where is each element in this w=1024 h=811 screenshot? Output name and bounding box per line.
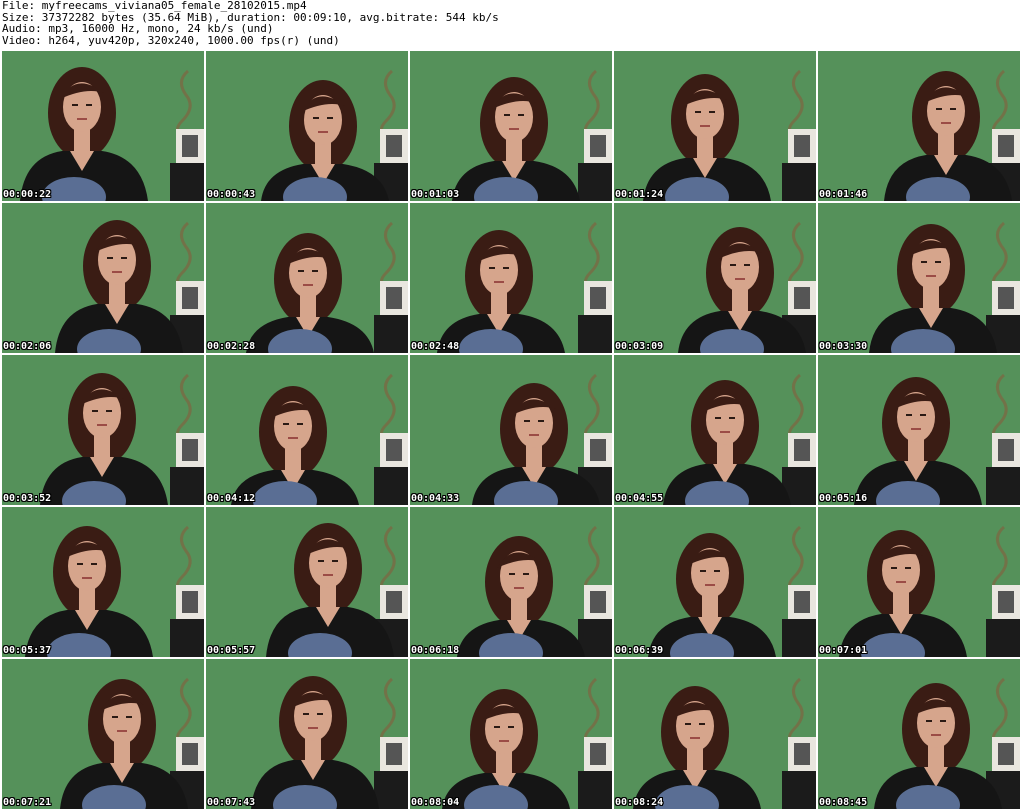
video-thumbnail: 00:05:57 [206,507,408,657]
timestamp-label: 00:04:33 [411,493,460,504]
video-thumbnail: 00:08:04 [410,659,612,809]
timestamp-label: 00:00:43 [207,189,256,200]
timestamp-label: 00:04:12 [207,493,256,504]
frame-picture [614,355,816,505]
video-thumbnail: 00:06:39 [614,507,816,657]
video-thumbnail: 00:02:28 [206,203,408,353]
timestamp-label: 00:07:43 [207,797,256,808]
timestamp-label: 00:02:28 [207,341,256,352]
timestamp-label: 00:03:09 [615,341,664,352]
frame-picture [410,203,612,353]
frame-picture [206,659,408,809]
frame-picture [818,355,1020,505]
frame-picture [410,355,612,505]
video-thumbnail: 00:04:33 [410,355,612,505]
frame-picture [818,51,1020,201]
video-thumbnail: 00:03:30 [818,203,1020,353]
timestamp-label: 00:08:04 [411,797,460,808]
video-thumbnail: 00:08:24 [614,659,816,809]
timestamp-label: 00:06:18 [411,645,460,656]
timestamp-label: 00:08:45 [819,797,868,808]
video-thumbnail: 00:00:22 [2,51,204,201]
frame-picture [614,51,816,201]
video-thumbnail: 00:07:21 [2,659,204,809]
timestamp-label: 00:07:01 [819,645,868,656]
video-thumbnail: 00:06:18 [410,507,612,657]
frame-picture [614,507,816,657]
frame-picture [2,355,204,505]
frame-picture [614,203,816,353]
video-thumbnail: 00:05:16 [818,355,1020,505]
timestamp-label: 00:01:46 [819,189,868,200]
frame-picture [818,203,1020,353]
thumbnail-grid: 00:00:22 00:00:43 00:01:03 00:01:24 00:01:46… [2,51,1022,811]
frame-picture [2,203,204,353]
frame-picture [614,659,816,809]
timestamp-label: 00:03:52 [3,493,52,504]
file-name-line: File: myfreecams_viviana05_female_281020… [2,0,307,12]
video-thumbnail: 00:02:48 [410,203,612,353]
video-thumbnail: 00:01:24 [614,51,816,201]
video-thumbnail: 00:04:12 [206,355,408,505]
frame-picture [410,507,612,657]
video-thumbnail: 00:00:43 [206,51,408,201]
video-thumbnail: 00:08:45 [818,659,1020,809]
timestamp-label: 00:02:48 [411,341,460,352]
video-thumbnail: 00:04:55 [614,355,816,505]
frame-picture [2,659,204,809]
timestamp-label: 00:01:24 [615,189,664,200]
frame-picture [410,51,612,201]
frame-picture [818,659,1020,809]
frame-picture [206,355,408,505]
video-thumbnail: 00:03:09 [614,203,816,353]
frame-picture [2,507,204,657]
timestamp-label: 00:02:06 [3,341,52,352]
timestamp-label: 00:06:39 [615,645,664,656]
timestamp-label: 00:07:21 [3,797,52,808]
video-thumbnail: 00:01:03 [410,51,612,201]
frame-picture [410,659,612,809]
frame-picture [206,203,408,353]
video-thumbnail: 00:01:46 [818,51,1020,201]
timestamp-label: 00:00:22 [3,189,52,200]
video-thumbnail: 00:05:37 [2,507,204,657]
video-thumbnail: 00:07:43 [206,659,408,809]
frame-picture [2,51,204,201]
timestamp-label: 00:08:24 [615,797,664,808]
timestamp-label: 00:05:16 [819,493,868,504]
timestamp-label: 00:03:30 [819,341,868,352]
frame-picture [206,507,408,657]
video-info-line: Video: h264, yuv420p, 320x240, 1000.00 f… [2,33,340,47]
video-thumbnail: 00:07:01 [818,507,1020,657]
frame-picture [818,507,1020,657]
timestamp-label: 00:04:55 [615,493,664,504]
video-thumbnail: 00:02:06 [2,203,204,353]
timestamp-label: 00:05:57 [207,645,256,656]
file-info-header: File: myfreecams_viviana05_female_281020… [2,0,1022,50]
video-thumbnail: 00:03:52 [2,355,204,505]
timestamp-label: 00:01:03 [411,189,460,200]
frame-picture [206,51,408,201]
timestamp-label: 00:05:37 [3,645,52,656]
audio-info-line: Audio: mp3, 16000 Hz, mono, 24 kb/s (und… [2,22,274,35]
